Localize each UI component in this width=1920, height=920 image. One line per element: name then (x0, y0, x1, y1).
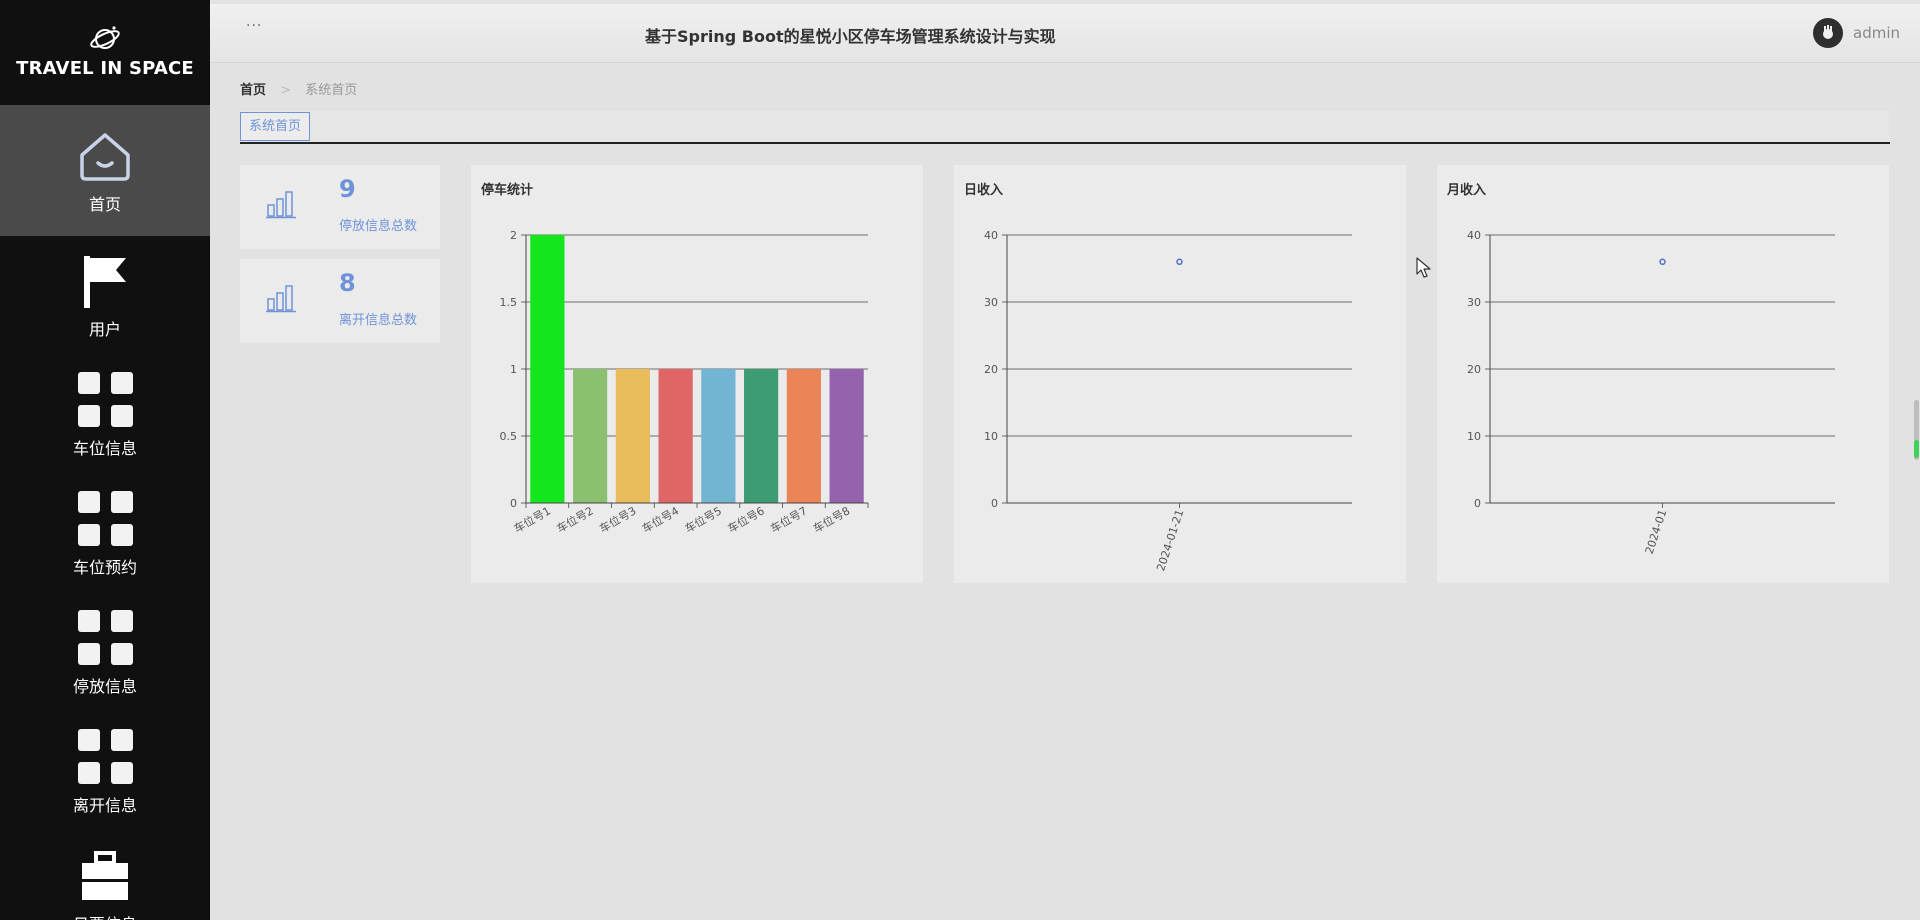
bar (530, 235, 565, 503)
x-tick-label: 车位号4 (639, 503, 681, 535)
grid-icon (76, 490, 134, 548)
bar (829, 369, 864, 503)
x-tick-label: 车位号1 (511, 503, 553, 535)
daily-income-chart: 0 10 20 30 40 2024-01-21 (984, 229, 1352, 573)
x-tick-label: 车位号3 (597, 503, 639, 535)
y-tick-label: 40 (1467, 229, 1481, 242)
y-tick-label: 20 (984, 363, 998, 376)
tab-bar: 系统首页 (240, 111, 1890, 144)
sidebar-item-users[interactable]: 用户 (0, 236, 210, 355)
stat-label: 停放信息总数 (339, 219, 418, 234)
tab-system-home[interactable]: 系统首页 (240, 112, 311, 141)
y-tick-label: 30 (1467, 296, 1481, 309)
y-tick-label: 2 (510, 229, 517, 242)
chart-panel-parking-stats: 停车统计 0 0.5 1 1.5 2 车位号1 车位号2 车位号3 车位号4 车位号5 车位号6 车位… (471, 165, 923, 583)
sidebar-item-reservations[interactable]: 车位预约 (0, 474, 210, 593)
breadcrumb-separator: > (280, 83, 292, 98)
y-tick-label: 1.5 (500, 296, 518, 309)
brand-text: TRAVEL IN SPACE (16, 58, 194, 79)
sidebar-item-label: 首页 (88, 194, 121, 214)
mouse-cursor-icon (1416, 257, 1431, 278)
monthly-income-chart: 0 10 20 30 40 2024-01 (1467, 229, 1835, 556)
bar (615, 369, 650, 503)
sidebar-item-label: 日票信息 (73, 911, 137, 920)
menu-toggle-button[interactable]: ··· (246, 18, 262, 34)
page-title: 基于Spring Boot的星悦小区停车场管理系统设计与实现 (645, 27, 1056, 46)
username: admin (1853, 24, 1900, 42)
x-tick-label: 2024-01 (1643, 508, 1670, 556)
breadcrumb-current: 系统首页 (305, 83, 358, 98)
stat-value: 9 (339, 175, 356, 203)
x-tick-label: 车位号6 (725, 503, 767, 535)
breadcrumb-home-link[interactable]: 首页 (240, 83, 266, 98)
x-tick-label: 车位号7 (768, 503, 810, 535)
scrollbar-indicator (1914, 440, 1919, 458)
sidebar: TRAVEL IN SPACE 首页 用户 车位信息 车位预约 停放信息 离开信… (0, 0, 210, 920)
parking-stats-chart: 0 0.5 1 1.5 2 车位号1 车位号2 车位号3 车位号4 车位号5 车位号6 车位号7 车位号… (500, 229, 869, 536)
sidebar-item-label: 车位信息 (72, 438, 137, 458)
y-tick-label: 10 (1467, 430, 1481, 443)
bar (701, 369, 736, 503)
bar (658, 369, 693, 503)
bar-chart-icon (266, 285, 296, 313)
sidebar-item-label: 用户 (88, 319, 121, 339)
grid-icon (76, 609, 134, 667)
stat-card-parking-total: 9 停放信息总数 (240, 165, 440, 249)
stat-value: 8 (339, 269, 356, 297)
sidebar-item-parking-records[interactable]: 停放信息 (0, 593, 210, 712)
y-tick-label: 1 (510, 363, 517, 376)
home-icon (76, 127, 134, 185)
x-tick-label: 2024-01-21 (1154, 508, 1186, 573)
bar-chart-icon (266, 191, 296, 219)
bar (744, 369, 779, 503)
stat-label: 离开信息总数 (339, 313, 418, 328)
x-tick-label: 车位号5 (682, 503, 724, 535)
sidebar-item-label: 车位预约 (72, 557, 137, 577)
data-point (1659, 258, 1666, 266)
chart-panel-daily-income: 日收入 0 10 20 30 40 2024-01-21 (954, 165, 1406, 583)
stat-card-departure-total: 8 离开信息总数 (240, 259, 440, 343)
breadcrumb: 首页 > 系统首页 (240, 79, 357, 98)
bar (786, 369, 821, 503)
grid-icon (76, 728, 134, 786)
y-tick-label: 0 (991, 497, 998, 510)
y-tick-label: 20 (1467, 363, 1481, 376)
sidebar-item-label: 离开信息 (72, 795, 137, 815)
sidebar-item-label: 停放信息 (72, 676, 137, 696)
x-tick-label: 车位号2 (554, 503, 596, 535)
y-tick-label: 0 (510, 497, 517, 510)
flag-icon (76, 252, 134, 310)
avatar-icon (1813, 18, 1843, 48)
sidebar-item-day-tickets[interactable]: 日票信息 (0, 831, 210, 920)
brand: TRAVEL IN SPACE (0, 0, 210, 105)
y-tick-label: 10 (984, 430, 998, 443)
data-point (1176, 258, 1183, 266)
y-tick-label: 30 (984, 296, 998, 309)
sidebar-item-departures[interactable]: 离开信息 (0, 712, 210, 831)
y-tick-label: 0 (1474, 497, 1481, 510)
sidebar-item-home[interactable]: 首页 (0, 105, 210, 236)
bar (573, 369, 608, 503)
y-tick-label: 40 (984, 229, 998, 242)
top-bar: ··· 基于Spring Boot的星悦小区停车场管理系统设计与实现 admin (210, 4, 1920, 63)
user-menu[interactable]: admin (1813, 18, 1900, 48)
grid-icon (76, 371, 134, 429)
x-tick-label: 车位号8 (810, 503, 852, 535)
planet-icon (90, 26, 120, 49)
chart-panel-monthly-income: 月收入 0 10 20 30 40 2024-01 (1437, 165, 1889, 583)
sidebar-item-parking-spaces[interactable]: 车位信息 (0, 355, 210, 474)
briefcase-icon (76, 847, 134, 905)
y-tick-label: 0.5 (500, 430, 518, 443)
